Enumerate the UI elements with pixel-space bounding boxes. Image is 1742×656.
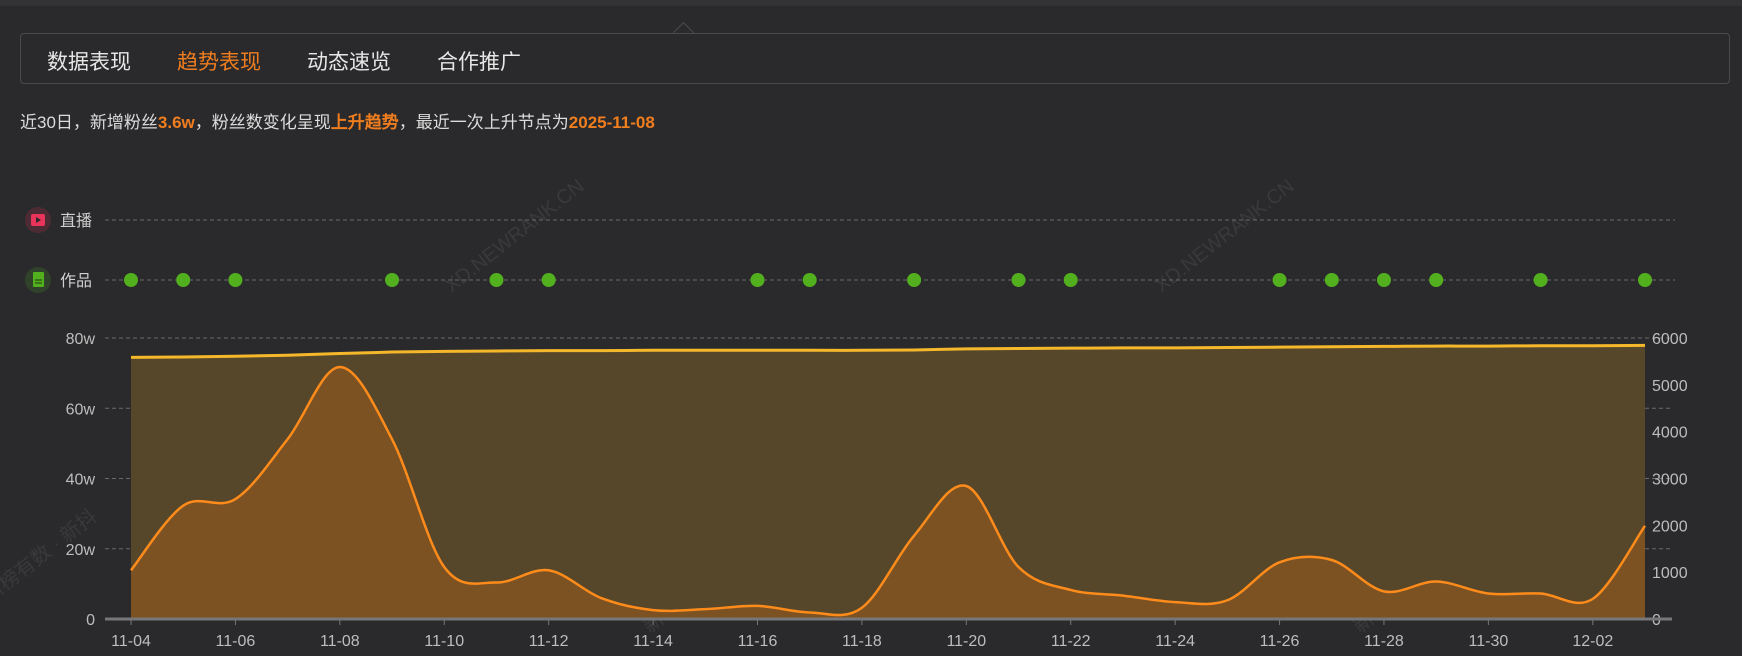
x-tick-label: 11-04	[111, 633, 151, 650]
y-right-tick: 2000	[1652, 518, 1688, 535]
works-event-dot[interactable]	[1533, 273, 1548, 287]
y-left-tick: 60w	[66, 401, 96, 418]
fans-trend-chart: 直播作品020w40w60w80w01000200030004000500060…	[25, 207, 1688, 650]
works-event-dot[interactable]	[124, 273, 138, 287]
works-event-dot[interactable]	[489, 273, 504, 287]
works-event-dot[interactable]	[228, 273, 243, 287]
works-event-dot[interactable]	[802, 273, 817, 287]
x-tick-label: 11-28	[1364, 633, 1404, 650]
x-tick-label: 11-16	[738, 633, 778, 650]
x-tick-label: 11-14	[633, 633, 673, 650]
y-right-tick: 4000	[1652, 425, 1688, 442]
y-right-tick: 3000	[1652, 472, 1688, 489]
x-tick-label: 11-12	[529, 633, 569, 650]
y-right-tick: 5000	[1652, 378, 1688, 395]
works-event-dot[interactable]	[176, 273, 191, 287]
x-tick-label: 11-10	[424, 633, 464, 650]
works-event-dot[interactable]	[750, 273, 765, 287]
works-event-dot[interactable]	[1011, 273, 1026, 287]
x-tick-label: 11-22	[1051, 633, 1091, 650]
y-right-tick: 1000	[1652, 565, 1688, 582]
x-tick-label: 11-20	[946, 633, 986, 650]
y-left-tick: 80w	[66, 331, 96, 348]
works-event-dot[interactable]	[1272, 273, 1287, 287]
y-left-tick: 0	[86, 612, 95, 629]
x-tick-label: 12-02	[1572, 633, 1613, 650]
live-label: 直播	[60, 212, 92, 230]
works-event-dot[interactable]	[385, 273, 400, 287]
y-left-tick: 40w	[66, 472, 96, 489]
works-label: 作品	[60, 272, 92, 290]
works-event-dot[interactable]	[1376, 273, 1391, 287]
works-event-dot[interactable]	[1324, 273, 1339, 287]
works-event-dot[interactable]	[541, 273, 556, 287]
works-event-dot[interactable]	[1638, 273, 1652, 287]
y-left-tick: 20w	[66, 542, 96, 559]
y-right-tick: 6000	[1652, 331, 1688, 348]
x-tick-label: 11-18	[842, 633, 882, 650]
x-tick-label: 11-06	[216, 633, 256, 650]
works-event-dot[interactable]	[907, 273, 922, 287]
works-event-dot[interactable]	[1063, 273, 1078, 287]
x-tick-label: 11-30	[1469, 633, 1509, 650]
works-event-dot[interactable]	[1429, 273, 1444, 287]
x-tick-label: 11-24	[1155, 633, 1195, 650]
x-tick-label: 11-08	[320, 633, 360, 650]
x-tick-label: 11-26	[1260, 633, 1300, 650]
